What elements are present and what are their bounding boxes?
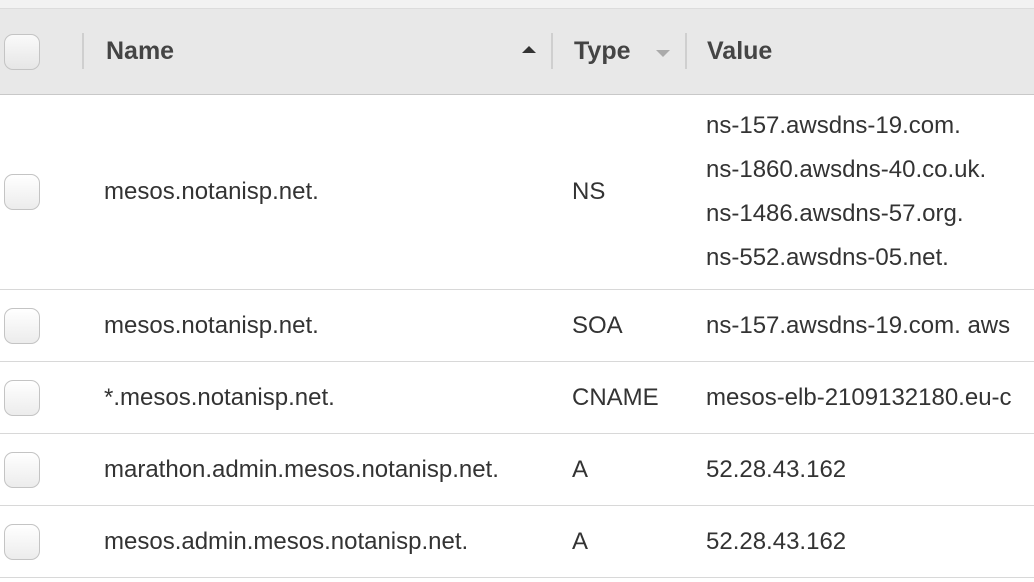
record-value: ns-552.awsdns-05.net.: [706, 244, 949, 271]
row-checkbox[interactable]: [3, 174, 40, 210]
table-header: Name Type Value: [0, 9, 1034, 95]
record-type: CNAME: [572, 383, 659, 411]
row-select-cell: [0, 290, 88, 361]
record-name: mesos.admin.mesos.notanisp.net.: [104, 527, 469, 555]
column-header-name[interactable]: Name: [88, 9, 552, 94]
record-value-cell: ns-157.awsdns-19.com. ns-1860.awsdns-40.…: [686, 95, 1034, 289]
table-row[interactable]: mesos.admin.mesos.notanisp.net. A 52.28.…: [0, 506, 1034, 578]
column-header-name-label: Name: [106, 37, 175, 65]
record-type-cell: NS: [552, 95, 686, 289]
record-type-cell: A: [552, 506, 686, 577]
row-select-cell: [0, 434, 88, 505]
column-header-value[interactable]: Value: [686, 9, 1034, 94]
record-name-cell: mesos.notanisp.net.: [88, 95, 552, 289]
record-name-cell: marathon.admin.mesos.notanisp.net.: [88, 434, 552, 505]
header-select-cell: [0, 9, 88, 94]
record-value: ns-1486.awsdns-57.org.: [706, 200, 964, 227]
row-checkbox[interactable]: [3, 379, 40, 416]
record-name-cell: mesos.admin.mesos.notanisp.net.: [88, 506, 552, 577]
record-sets-panel: Name Type Value mesos.notanisp.net. NS n…: [0, 0, 1034, 582]
select-all-checkbox[interactable]: [3, 33, 40, 70]
table-row[interactable]: marathon.admin.mesos.notanisp.net. A 52.…: [0, 434, 1034, 506]
record-type: A: [572, 527, 589, 555]
record-value: ns-157.awsdns-19.com.: [706, 112, 961, 139]
column-header-type[interactable]: Type: [552, 9, 686, 94]
row-select-cell: [0, 506, 88, 577]
record-value: ns-1860.awsdns-40.co.uk.: [706, 156, 987, 183]
record-value-cell: mesos-elb-2109132180.eu-c: [686, 362, 1034, 433]
record-value: ns-157.awsdns-19.com. aws: [706, 311, 1011, 339]
record-value-cell: 52.28.43.162: [686, 506, 1034, 577]
record-name: mesos.notanisp.net.: [104, 311, 319, 339]
table-row[interactable]: mesos.notanisp.net. SOA ns-157.awsdns-19…: [0, 290, 1034, 362]
record-type-cell: CNAME: [552, 362, 686, 433]
record-name: *.mesos.notanisp.net.: [104, 383, 335, 411]
column-divider[interactable]: [82, 33, 84, 69]
column-header-type-label: Type: [574, 37, 631, 65]
record-value-cell: ns-157.awsdns-19.com. aws: [686, 290, 1034, 361]
table-row[interactable]: *.mesos.notanisp.net. CNAME mesos-elb-21…: [0, 362, 1034, 434]
row-select-cell: [0, 362, 88, 433]
record-name: marathon.admin.mesos.notanisp.net.: [104, 455, 499, 483]
sort-descending-icon[interactable]: [656, 50, 670, 57]
record-value: mesos-elb-2109132180.eu-c: [706, 383, 1012, 411]
record-sets-table: Name Type Value mesos.notanisp.net. NS n…: [0, 9, 1034, 578]
record-type: SOA: [572, 311, 623, 339]
record-type: NS: [572, 178, 606, 205]
row-checkbox[interactable]: [3, 523, 40, 560]
record-type-cell: SOA: [552, 290, 686, 361]
row-checkbox[interactable]: [3, 451, 40, 488]
top-border-strip: [0, 0, 1034, 9]
row-select-cell: [0, 95, 88, 289]
record-name: mesos.notanisp.net.: [104, 178, 319, 205]
record-name-cell: *.mesos.notanisp.net.: [88, 362, 552, 433]
table-row[interactable]: mesos.notanisp.net. NS ns-157.awsdns-19.…: [0, 95, 1034, 290]
sort-ascending-icon[interactable]: [522, 46, 536, 53]
record-value: 52.28.43.162: [706, 527, 847, 555]
record-value-cell: 52.28.43.162: [686, 434, 1034, 505]
record-value-list: ns-157.awsdns-19.com. ns-1860.awsdns-40.…: [706, 104, 986, 280]
record-value: 52.28.43.162: [706, 455, 847, 483]
column-header-value-label: Value: [707, 37, 773, 65]
record-type: A: [572, 455, 589, 483]
row-checkbox[interactable]: [3, 307, 40, 344]
record-type-cell: A: [552, 434, 686, 505]
record-name-cell: mesos.notanisp.net.: [88, 290, 552, 361]
